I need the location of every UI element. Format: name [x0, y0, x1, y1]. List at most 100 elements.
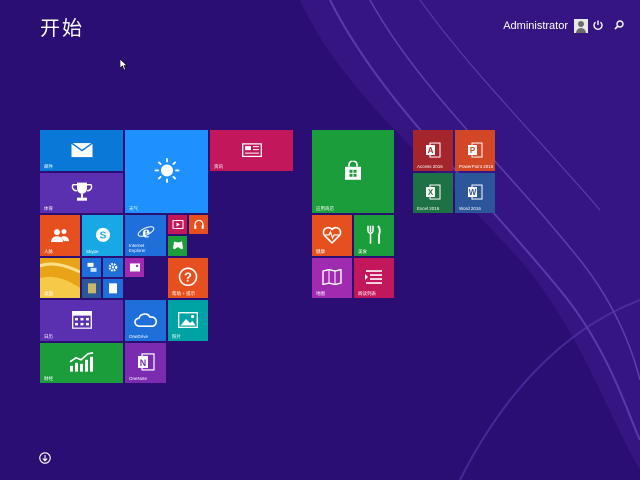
tile-reading-list[interactable]: 阅读列表 [354, 258, 394, 298]
question-icon: ? [178, 267, 198, 287]
svg-text:W: W [469, 188, 477, 197]
tile-label: Skype [86, 249, 99, 254]
tile-label: 健康 [316, 249, 325, 254]
powerpoint-icon: P [468, 142, 483, 158]
tile-desktop[interactable]: 桌面 [40, 258, 80, 298]
people-icon [51, 228, 69, 242]
svg-text:A: A [428, 146, 434, 155]
tile-health[interactable]: 健康 [312, 215, 352, 256]
tile-label: 邮件 [44, 164, 53, 169]
newspaper-icon [241, 142, 262, 157]
access-icon: A [426, 142, 441, 158]
tile-small-4[interactable] [103, 279, 123, 298]
word-icon: W [468, 184, 483, 200]
tile-settings[interactable] [103, 258, 123, 277]
trophy-icon [71, 182, 92, 201]
tile-small-3[interactable] [82, 279, 101, 298]
sun-icon [154, 157, 179, 183]
store-icon [345, 160, 361, 180]
tile-finance[interactable]: 财经 [40, 343, 123, 383]
tile-label: 财经 [44, 376, 53, 381]
tile-mail[interactable]: 邮件 [40, 130, 123, 171]
tile-skype[interactable]: S Skype [82, 215, 123, 256]
down-arrow-icon[interactable] [39, 452, 51, 464]
tile-label: Access 2016 [417, 164, 443, 169]
power-icon[interactable] [591, 18, 605, 32]
heart-icon [322, 226, 342, 244]
network-icon [87, 262, 96, 272]
file-icon [109, 282, 117, 293]
tile-label: Excel 2016 [417, 206, 440, 211]
svg-text:X: X [428, 188, 434, 197]
fork-knife-icon [367, 224, 381, 244]
excel-icon: X [426, 184, 441, 200]
tile-excel-2016[interactable]: X Excel 2016 [413, 173, 453, 213]
tile-people[interactable]: 人脉 [40, 215, 80, 256]
tile-small-2[interactable] [125, 258, 144, 277]
tile-label: 人脉 [44, 249, 53, 254]
tile-help-tips[interactable]: ? 帮助 + 提示 [168, 258, 208, 298]
tile-small-1[interactable] [82, 258, 101, 277]
tile-label: 资讯 [214, 164, 223, 169]
tile-video[interactable] [168, 215, 187, 234]
tile-label: 日历 [44, 334, 53, 339]
user-account[interactable]: Administrator [503, 19, 588, 33]
start-title: 开始 [40, 18, 84, 40]
mouse-cursor-icon [120, 59, 128, 71]
tile-access-2016[interactable]: A Access 2016 [413, 130, 453, 171]
mail-icon [70, 142, 93, 157]
user-avatar-icon [574, 19, 588, 33]
tile-word-2016[interactable]: W Word 2016 [455, 173, 495, 213]
photo-icon [178, 311, 198, 328]
tile-label: 天气 [129, 206, 138, 211]
tile-powerpoint-2016[interactable]: P PowerPoint 2016 [455, 130, 495, 171]
tile-label: Word 2016 [459, 206, 481, 211]
tile-label: Internet Explorer [129, 243, 146, 253]
tile-label: 照片 [172, 334, 181, 339]
user-name: Administrator [503, 20, 568, 32]
tile-maps[interactable]: 地图 [312, 258, 352, 298]
tile-music[interactable] [189, 215, 208, 234]
tile-store[interactable]: 应用商店 [312, 130, 394, 213]
tile-onedrive[interactable]: OneDrive [125, 300, 166, 341]
video-icon [172, 219, 183, 229]
svg-text:N: N [139, 358, 146, 368]
tile-food[interactable]: 美食 [354, 215, 394, 256]
picture-icon [129, 262, 140, 271]
tile-weather[interactable]: 天气 [125, 130, 208, 213]
ie-icon: e [137, 222, 154, 240]
tile-games[interactable] [168, 236, 187, 256]
tile-label: 体育 [44, 206, 53, 211]
tile-label: 地图 [316, 291, 325, 296]
tile-label: 阅读列表 [358, 291, 376, 296]
map-icon [322, 269, 342, 286]
reading-list-icon [365, 270, 382, 284]
tile-sports[interactable]: 体育 [40, 173, 123, 213]
skype-icon: S [95, 227, 110, 242]
document-icon [87, 282, 96, 293]
gear-icon [108, 262, 118, 272]
tile-label: PowerPoint 2016 [459, 164, 494, 169]
chart-icon [69, 352, 93, 372]
tile-label: OneDrive [129, 334, 149, 339]
tile-label: OneNote [129, 376, 148, 381]
headphones-icon [193, 219, 204, 229]
tile-onenote[interactable]: N OneNote [125, 343, 166, 383]
calendar-icon [71, 310, 92, 329]
gamepad-icon [172, 241, 183, 250]
tile-photos[interactable]: 照片 [168, 300, 208, 341]
tile-internet-explorer[interactable]: e Internet Explorer [125, 215, 166, 256]
tile-label: 美食 [358, 249, 367, 254]
svg-text:?: ? [184, 269, 192, 284]
cloud-icon [133, 312, 157, 327]
tile-news[interactable]: 资讯 [210, 130, 293, 171]
tile-label: 帮助 + 提示 [172, 291, 196, 296]
svg-text:S: S [99, 230, 106, 241]
svg-text:e: e [142, 222, 150, 240]
svg-text:P: P [470, 146, 476, 155]
tile-label: 应用商店 [316, 206, 334, 211]
onenote-icon: N [137, 353, 155, 371]
search-icon[interactable] [612, 18, 626, 32]
tile-label: 桌面 [44, 291, 53, 296]
tile-calendar[interactable]: 日历 [40, 300, 123, 341]
